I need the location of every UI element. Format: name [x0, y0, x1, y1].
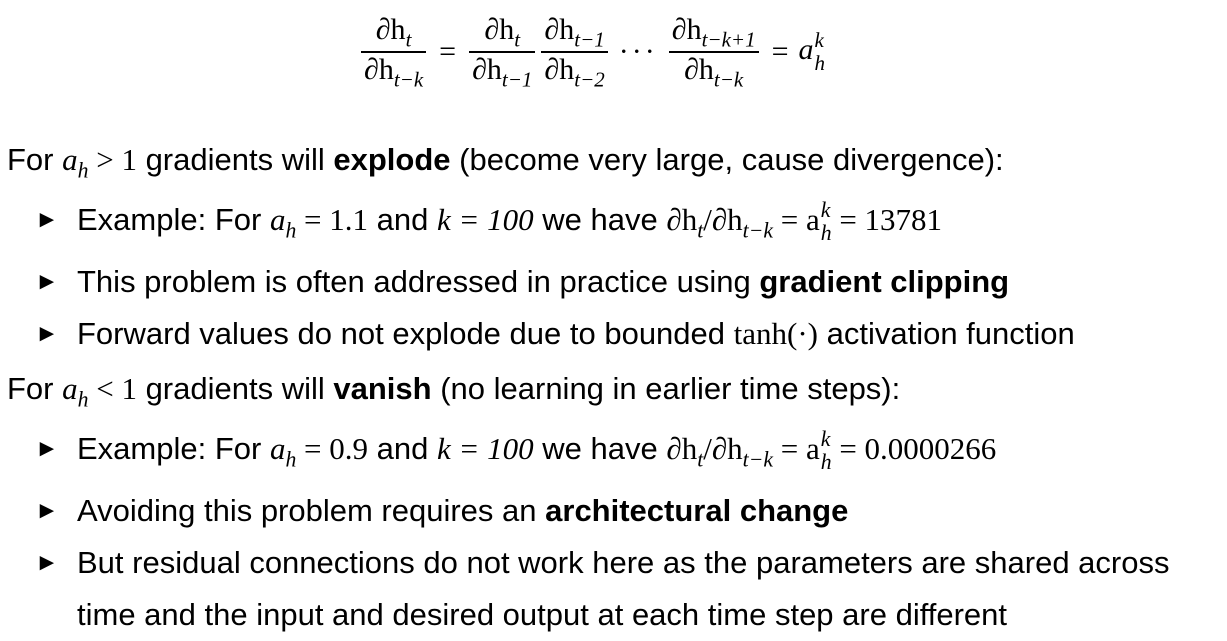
- list-item: ► This problem is often addressed in pra…: [7, 256, 1222, 308]
- ellipsis: ···: [618, 35, 658, 68]
- bullet-triangle-icon: ►: [35, 434, 59, 462]
- bullet-triangle-icon: ►: [35, 497, 59, 525]
- bullet-triangle-icon: ►: [35, 320, 59, 348]
- exploding-bullet-list: ► Example: For ah = 1.1 and k = 100 we h…: [7, 194, 1222, 361]
- equals-sign: =: [439, 35, 457, 68]
- bullet-triangle-icon: ►: [35, 268, 59, 296]
- list-item: ► Avoiding this problem requires an arch…: [7, 485, 1222, 537]
- bullet-triangle-icon: ►: [35, 205, 59, 233]
- vanishing-gradients-section: For ah < 1 gradients will vanish (no lea…: [7, 366, 1222, 641]
- list-item: ► Example: For ah = 0.9 and k = 100 we h…: [7, 423, 1222, 486]
- exploding-intro: For ah > 1 gradients will explode (becom…: [7, 142, 1004, 183]
- list-item: ► Forward values do not explode due to b…: [7, 308, 1222, 360]
- gradient-product-equation: ∂ht ∂ht−k = ∂ht ∂ht−1 ∂ht−1 ∂ht−2 ··· ∂h…: [358, 10, 825, 94]
- vanishing-bullet-list: ► Example: For ah = 0.9 and k = 100 we h…: [7, 423, 1222, 641]
- bullet-triangle-icon: ►: [35, 549, 59, 577]
- factor-k-fraction: ∂ht−k+1 ∂ht−k: [668, 13, 759, 91]
- factor-1-fraction: ∂ht ∂ht−1: [469, 13, 536, 91]
- rhs-power: akh: [798, 28, 826, 76]
- equals-sign: =: [771, 35, 789, 68]
- exploding-gradients-section: For ah > 1 gradients will explode (becom…: [7, 137, 1222, 360]
- list-item: ► Example: For ah = 1.1 and k = 100 we h…: [7, 194, 1222, 257]
- vanishing-intro: For ah < 1 gradients will vanish (no lea…: [7, 371, 901, 412]
- lhs-fraction: ∂ht ∂ht−k: [361, 13, 427, 91]
- factor-2-fraction: ∂ht−1 ∂ht−2: [541, 13, 608, 91]
- list-item: ► But residual connections do not work h…: [7, 537, 1222, 641]
